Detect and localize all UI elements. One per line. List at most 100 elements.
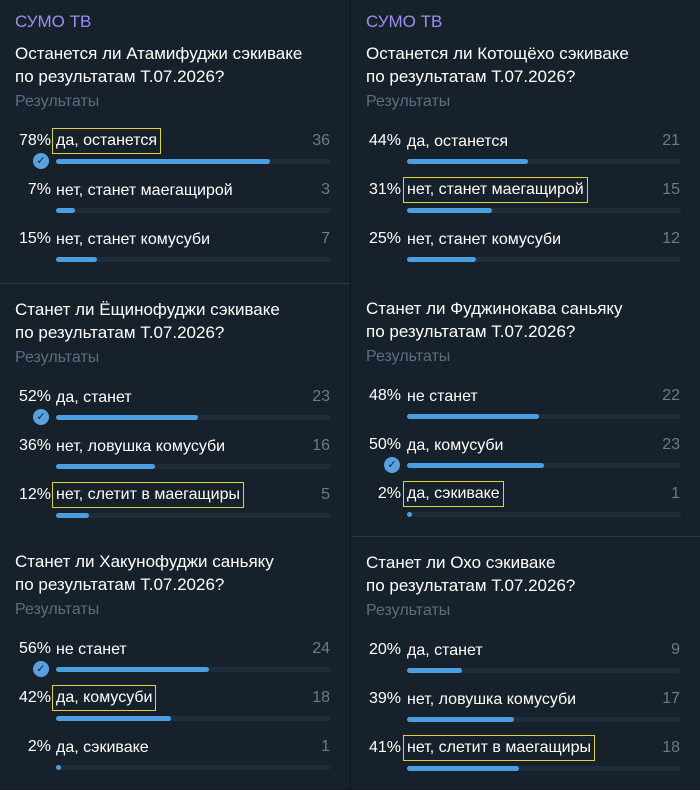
poll-card: Станет ли Ёщинофуджи сэкиваке по результа… [0,283,350,537]
option-result-fill [56,208,76,213]
option-label: да, сэкиваке [403,481,504,507]
option-percent: 12% [18,486,51,503]
question-line: Станет ли Ёщинофуджи сэкиваке [15,300,280,319]
option-percent: 7% [27,181,51,198]
poll-option[interactable]: 52% да, станет 23 ✓ [0,387,350,427]
option-result-bar [407,159,681,164]
option-percent: 2% [377,485,401,502]
option-percent: 15% [18,230,51,247]
check-icon: ✓ [384,457,400,473]
option-result-bar [56,513,330,518]
option-percent: 36% [18,437,51,454]
option-vote-count: 5 [321,486,330,503]
check-icon: ✓ [33,661,49,677]
poll-question: Останется ли Атамифуджи сэкиваке по резул… [15,42,302,88]
option-label: нет, ловушка комусуби [407,691,577,708]
option-result-fill [407,512,413,517]
check-icon: ✓ [33,409,49,425]
question-line: Останется ли Котощёхо сэкиваке [366,44,629,63]
question-line: по результатам Т.07.2026? [366,67,576,86]
option-result-bar [56,464,330,469]
poll-option[interactable]: 42% да, комусуби 18 [0,685,350,728]
results-label: Результаты [366,602,451,619]
option-label: нет, станет комусуби [407,231,562,248]
option-result-bar [407,414,681,419]
option-vote-count: 22 [662,387,680,404]
poll-card: Станет ли Фуджинокава саньяку по результа… [351,283,700,536]
option-label: нет, станет комусуби [56,231,211,248]
option-percent: 44% [368,132,401,149]
option-percent: 42% [18,689,51,706]
poll-option[interactable]: 39% нет, ловушка комусуби 17 [351,689,700,729]
channel-name[interactable]: СУМО ТВ [15,12,91,32]
option-result-fill [56,716,172,721]
option-vote-count: 17 [662,690,680,707]
poll-option[interactable]: 7% нет, станет маегащирой 3 [0,180,350,220]
poll-option[interactable]: 44% да, останется 21 [351,131,700,171]
left-column: СУМО ТВ Останется ли Атамифуджи сэкиваке п… [0,0,350,789]
results-label: Результаты [366,348,451,365]
poll-option[interactable]: 15% нет, станет комусуби 7 [0,229,350,269]
option-result-fill [407,257,476,262]
option-percent: 2% [27,738,51,755]
question-line: по результатам Т.07.2026? [15,575,225,594]
option-vote-count: 23 [312,388,330,405]
poll-option[interactable]: 48% не станет 22 [351,386,700,426]
poll-option[interactable]: 50% да, комусуби 23 ✓ [351,435,700,475]
option-label: не станет [407,388,478,405]
channel-name[interactable]: СУМО ТВ [366,12,442,32]
option-percent: 39% [368,690,401,707]
poll-option[interactable]: 25% нет, станет комусуби 12 [351,229,700,269]
option-result-bar [56,257,330,262]
question-line: по результатам Т.07.2026? [15,67,225,86]
poll-question: Станет ли Фуджинокава саньяку по результа… [366,297,623,343]
check-icon: ✓ [33,153,49,169]
poll-option[interactable]: 20% да, станет 9 [351,640,700,680]
poll-option[interactable]: 36% нет, ловушка комусуби 16 [0,436,350,476]
results-label: Результаты [15,349,100,366]
poll-card: СУМО ТВ Останется ли Котощёхо сэкиваке по … [351,0,700,262]
poll-option[interactable]: 2% да, сэкиваке 1 [0,737,350,777]
poll-option[interactable]: 56% не станет 24 ✓ [0,639,350,679]
poll-question: Станет ли Ёщинофуджи сэкиваке по результа… [15,298,280,344]
poll-question: Станет ли Охо сэкиваке по результатам Т.0… [366,551,575,597]
option-percent: 20% [368,641,401,658]
option-result-fill [56,159,270,164]
option-result-bar [407,766,681,771]
option-result-fill [56,765,62,770]
option-vote-count: 15 [662,181,680,198]
poll-option[interactable]: 41% нет, слетит в маегащиры 18 [351,735,700,778]
results-label: Результаты [366,93,451,110]
option-result-bar [407,717,681,722]
option-result-bar [56,159,330,164]
option-percent: 56% [18,640,51,657]
poll-option[interactable]: 78% да, останется 36 ✓ [0,128,350,171]
option-vote-count: 16 [312,437,330,454]
option-label: да, останется [407,133,509,150]
option-result-bar [407,257,681,262]
option-vote-count: 3 [321,181,330,198]
question-line: Останется ли Атамифуджи сэкиваке [15,44,303,63]
option-label: нет, слетит в маегащиры [403,735,596,761]
option-result-fill [407,208,492,213]
poll-card: Станет ли Хакунофуджи саньяку по результа… [0,536,350,789]
option-result-fill [56,464,155,469]
option-percent: 31% [368,181,401,198]
option-result-bar [56,765,330,770]
option-result-bar [407,668,681,673]
option-vote-count: 18 [662,739,680,756]
option-result-bar [407,512,681,517]
option-label: да, сэкиваке [56,739,149,756]
question-line: по результатам Т.07.2026? [366,576,576,595]
poll-option[interactable]: 2% да, сэкиваке 1 [351,481,700,524]
option-result-fill [56,513,89,518]
option-result-fill [407,159,528,164]
poll-option[interactable]: 31% нет, станет маегащирой 15 [351,177,700,220]
question-line: Станет ли Хакунофуджи саньяку [15,552,274,571]
option-vote-count: 7 [321,230,330,247]
option-percent: 52% [18,388,51,405]
poll-option[interactable]: 12% нет, слетит в маегащиры 5 [0,482,350,525]
option-label: нет, станет маегащирой [403,177,588,203]
option-label: да, комусуби [52,685,157,711]
option-label: нет, станет маегащирой [56,182,233,199]
